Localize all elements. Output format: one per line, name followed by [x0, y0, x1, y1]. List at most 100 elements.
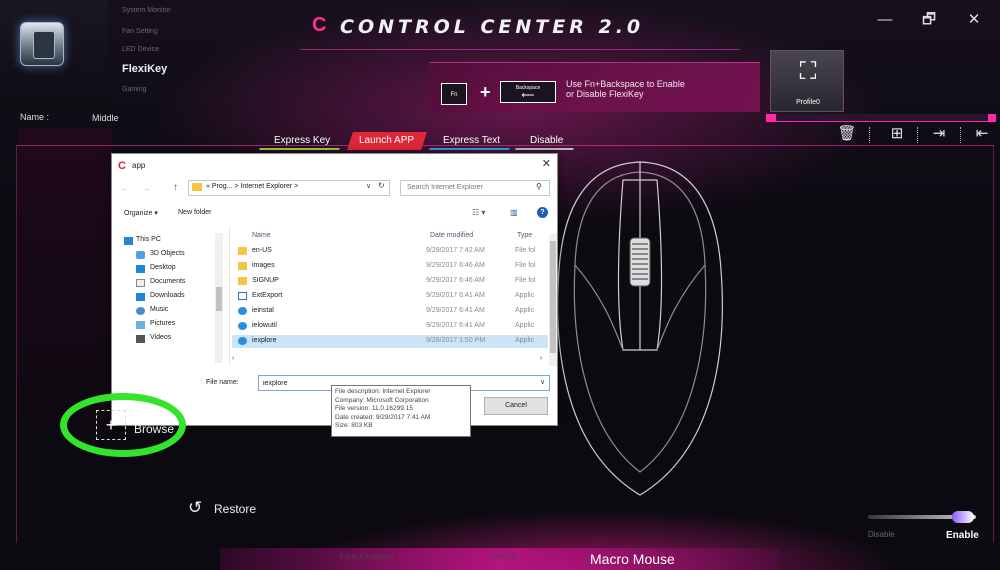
- name-label: Name :: [20, 112, 50, 122]
- nav-item-desktop[interactable]: Desktop: [150, 264, 176, 271]
- file-row[interactable]: ielowutil 9/29/2017 6:41 AM Applic: [232, 320, 548, 333]
- file-name: images: [252, 262, 275, 269]
- profile-name: Profile0: [796, 99, 820, 106]
- name-value: Middle: [92, 113, 119, 123]
- side-menu-item[interactable]: Gaming: [122, 86, 147, 93]
- file-row[interactable]: SIGNUP 9/29/2017 6:46 AM File fol: [232, 275, 548, 288]
- nav-item-3d-objects[interactable]: 3D Objects: [150, 250, 185, 257]
- tab-disable[interactable]: Disable: [515, 132, 579, 150]
- minimize-icon[interactable]: —: [871, 8, 899, 32]
- backspace-key-icon: Backspace ⟵: [500, 81, 556, 103]
- tooltip-line: Size: 803 KB: [335, 422, 373, 430]
- nav-pane-scrollbar[interactable]: [215, 233, 223, 363]
- crosshair-mouse-icon: ⛶: [799, 58, 817, 85]
- profile-tile[interactable]: ⛶ Profile0: [770, 50, 844, 112]
- tab-express-text[interactable]: Express Text: [429, 132, 515, 150]
- nav-item-this-pc[interactable]: This PC: [136, 236, 161, 243]
- file-name: en-US: [252, 247, 272, 254]
- profile-scrollbar[interactable]: [766, 114, 996, 122]
- tooltip-line: File version: 11.0.16299.15: [335, 405, 413, 413]
- bottom-tab-mouse[interactable]: Mouse: [492, 552, 516, 561]
- preview-pane-icon[interactable]: ▥: [510, 208, 518, 217]
- file-name-dropdown-icon[interactable]: ∨: [540, 378, 545, 386]
- view-options-icon[interactable]: ☷ ▾: [472, 208, 485, 217]
- up-arrow-icon[interactable]: ↑: [173, 182, 178, 193]
- nav-pane-scroll-thumb[interactable]: [216, 287, 222, 311]
- 3d-objects-icon: [136, 251, 145, 259]
- brand-logo-icon: C: [312, 14, 327, 36]
- nav-item-downloads[interactable]: Downloads: [150, 292, 185, 299]
- side-menu-item[interactable]: Fan Setting: [122, 28, 158, 35]
- side-menu-item-flexikey[interactable]: FlexiKey: [122, 63, 167, 75]
- scroll-right-arrow-icon[interactable]: ›: [540, 355, 542, 362]
- export-icon[interactable]: ⇤: [972, 124, 992, 144]
- navigation-pane: This PC 3D Objects Desktop Documents Dow…: [112, 226, 230, 366]
- device-icon: [20, 22, 64, 66]
- side-menu-item[interactable]: System Monitor: [122, 7, 171, 14]
- restore-icon[interactable]: ↺: [188, 498, 202, 518]
- file-date: 9/29/2017 6:46 AM: [426, 262, 485, 269]
- folder-icon: [238, 262, 247, 270]
- import-icon[interactable]: ⇥: [929, 124, 949, 144]
- organize-menu-button[interactable]: Organize ▾: [124, 209, 158, 217]
- scroll-left-arrow-icon[interactable]: ‹: [232, 355, 234, 362]
- enable-toggle-knob[interactable]: [952, 511, 974, 523]
- bottom-tab-flexi-keyboard[interactable]: Flexi Keyboard: [340, 552, 393, 561]
- file-row[interactable]: en-US 9/29/2017 7:42 AM File fol: [232, 245, 548, 258]
- nav-item-pictures[interactable]: Pictures: [150, 320, 175, 327]
- side-menu-item[interactable]: LED Device: [122, 46, 159, 53]
- new-folder-button[interactable]: New folder: [178, 209, 211, 216]
- tab-launch-app-label: Launch APP: [359, 135, 415, 146]
- search-input[interactable]: Search Internet Explorer: [400, 180, 550, 196]
- address-path[interactable]: « Prog... > Internet Explorer >: [206, 183, 298, 190]
- file-row[interactable]: images 9/29/2017 6:46 AM File fol: [232, 260, 548, 273]
- file-row-selected[interactable]: iexplore 9/28/2017 1:50 PM Applic: [232, 335, 548, 348]
- file-list-scrollbar[interactable]: [549, 233, 557, 366]
- help-icon[interactable]: ?: [537, 207, 548, 218]
- dialog-title: app: [132, 161, 146, 170]
- column-header-type[interactable]: Type: [517, 232, 532, 239]
- search-icon[interactable]: ⚲: [536, 182, 542, 191]
- file-type: Applic: [515, 307, 535, 314]
- column-header-name[interactable]: Name: [252, 232, 271, 239]
- tab-launch-app[interactable]: Launch APP: [347, 132, 427, 150]
- restore-button[interactable]: Restore: [214, 502, 256, 516]
- hint-line-2: or Disable FlexiKey: [566, 89, 644, 99]
- nav-item-videos[interactable]: Videos: [150, 334, 171, 341]
- file-date: 9/29/2017 6:41 AM: [426, 322, 485, 329]
- internet-explorer-icon: [238, 307, 247, 315]
- column-header-date[interactable]: Date modified: [430, 232, 473, 239]
- folder-icon: [238, 247, 247, 255]
- back-arrow-icon[interactable]: ←: [120, 183, 129, 193]
- file-name: SIGNUP: [252, 277, 279, 284]
- tab-express-key[interactable]: Express Key: [259, 132, 345, 150]
- file-row[interactable]: ieinstal 9/29/2017 6:41 AM Applic: [232, 305, 548, 318]
- cancel-button[interactable]: Cancel: [484, 397, 548, 415]
- hint-line-1: Use Fn+Backspace to Enable: [566, 79, 685, 89]
- delete-icon[interactable]: 🗑: [837, 124, 857, 144]
- nav-item-documents[interactable]: Documents: [150, 278, 185, 285]
- dialog-close-icon[interactable]: ✕: [542, 157, 551, 170]
- address-dropdown-icon[interactable]: ∨: [366, 182, 371, 190]
- file-list-scroll-thumb[interactable]: [550, 241, 556, 353]
- toolbar-divider: [869, 127, 870, 143]
- file-name: ExtExport: [252, 292, 283, 299]
- restore-window-icon[interactable]: 🗗: [915, 8, 943, 32]
- scroll-left-button[interactable]: [766, 114, 776, 122]
- add-profile-icon[interactable]: ⊞: [887, 124, 907, 144]
- forward-arrow-icon[interactable]: →: [142, 183, 151, 193]
- scroll-right-button[interactable]: [988, 114, 996, 122]
- flexikey-hint-text: Use Fn+Backspace to Enable or Disable Fl…: [566, 79, 726, 99]
- plus-sign: +: [480, 82, 491, 102]
- file-row[interactable]: ExtExport 9/29/2017 6:41 AM Applic: [232, 290, 548, 303]
- nav-item-music[interactable]: Music: [150, 306, 168, 313]
- toggle-disable-label: Disable: [868, 530, 895, 539]
- internet-explorer-icon: [238, 337, 247, 345]
- toolbar-divider: [917, 127, 918, 143]
- highlight-circle: [60, 393, 186, 457]
- bottom-tab-macro-mouse[interactable]: Macro Mouse: [590, 551, 675, 567]
- close-icon[interactable]: ✕: [960, 8, 988, 32]
- refresh-icon[interactable]: ↻: [378, 181, 385, 190]
- desktop-icon: [136, 265, 145, 273]
- file-date: 9/28/2017 1:50 PM: [426, 337, 486, 344]
